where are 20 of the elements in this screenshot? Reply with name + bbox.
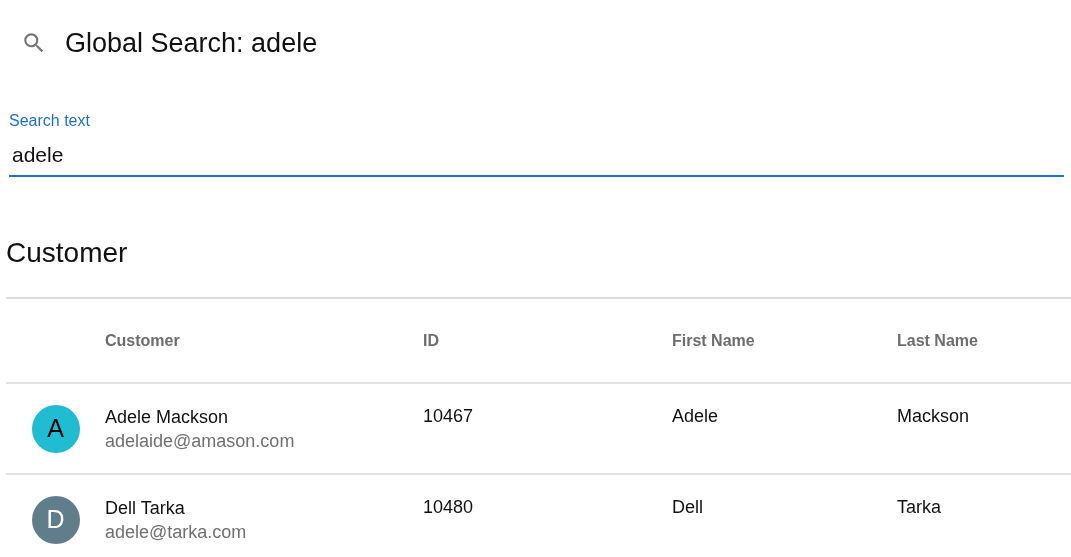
avatar: D bbox=[31, 495, 80, 544]
search-field[interactable]: adele bbox=[9, 131, 1064, 177]
column-header: First Name bbox=[672, 331, 755, 350]
customer-name: Adele Mackson bbox=[105, 405, 230, 429]
customer-email: adele@tarka.com bbox=[105, 520, 248, 544]
column-header: ID bbox=[423, 331, 439, 350]
avatar: A bbox=[31, 404, 80, 453]
table-cell: 10480 bbox=[423, 497, 474, 518]
section-title: Customer bbox=[6, 236, 129, 270]
table-cell: Mackson bbox=[897, 406, 970, 427]
customer-email: adelaide@amason.com bbox=[105, 429, 296, 453]
field-label: Search text bbox=[9, 111, 90, 131]
customer-name: Dell Tarka bbox=[105, 496, 186, 520]
column-header: Last Name bbox=[897, 331, 978, 350]
table-cell: Adele bbox=[672, 406, 719, 427]
page-title: Global Search: adele bbox=[65, 27, 318, 59]
column-header: Customer bbox=[105, 331, 180, 349]
table-cell: Tarka bbox=[897, 497, 941, 518]
table-cell: 10467 bbox=[423, 406, 474, 427]
table-cell: Dell bbox=[672, 497, 703, 518]
